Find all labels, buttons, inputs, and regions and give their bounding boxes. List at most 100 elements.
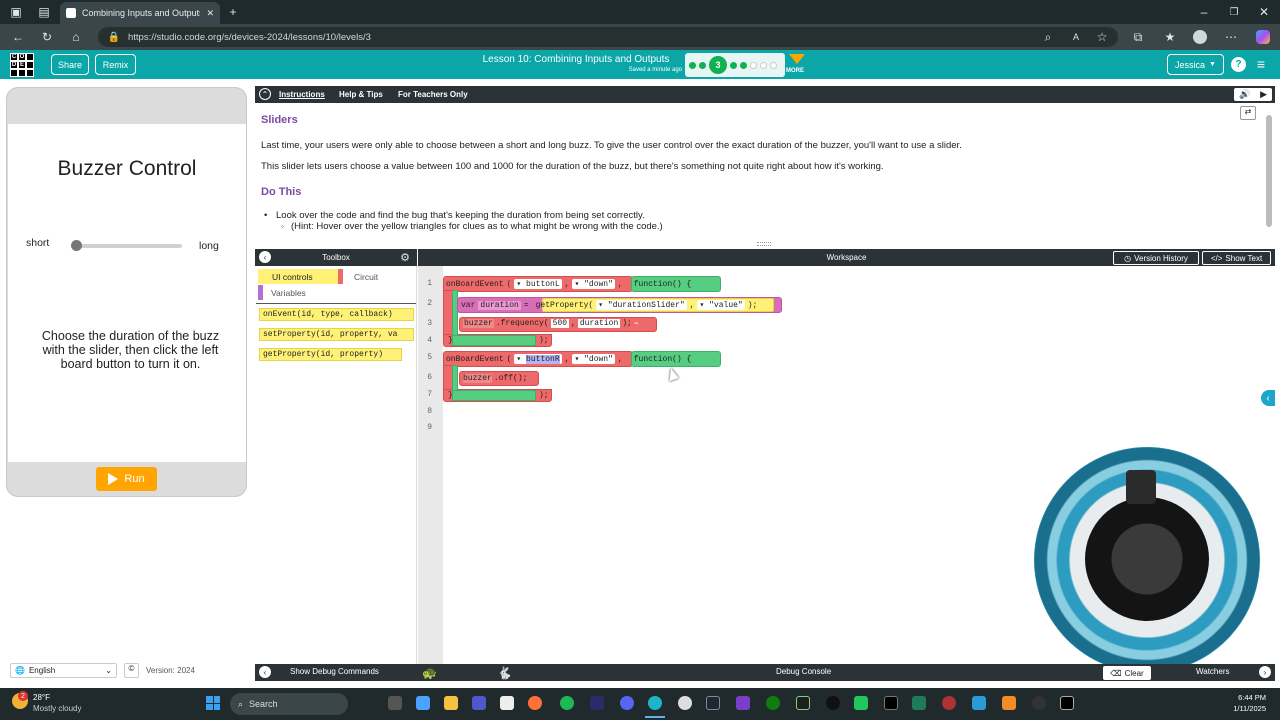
dropdown-value[interactable]: ▾ "value" <box>697 300 745 310</box>
task-view-icon[interactable] <box>388 696 402 710</box>
show-text-button[interactable]: </> Show Text <box>1202 251 1271 265</box>
app3-icon[interactable] <box>854 696 868 710</box>
extensions-icon[interactable]: ⧉ <box>1130 29 1146 45</box>
buzzer-object[interactable]: buzzer <box>463 374 492 383</box>
tab-for-teachers[interactable]: For Teachers Only <box>398 86 468 103</box>
discord-icon[interactable] <box>620 696 634 710</box>
favorite-icon[interactable]: ☆ <box>1094 29 1110 45</box>
duration-slider-track[interactable] <box>74 244 182 248</box>
minus-icon[interactable]: – <box>634 319 639 328</box>
gmail-icon[interactable] <box>500 696 514 710</box>
language-select[interactable]: 🌐 English ⌄ <box>10 663 117 678</box>
home-icon[interactable]: ⌂ <box>68 29 84 45</box>
edge-icon[interactable] <box>648 696 662 710</box>
copilot-taskbar-icon[interactable] <box>416 696 430 710</box>
app8-icon[interactable] <box>1002 696 1016 710</box>
run-button[interactable]: Run <box>96 467 157 491</box>
share-button[interactable]: Share <box>51 54 89 75</box>
palette-block-getproperty[interactable]: getProperty(id, property) <box>259 348 402 361</box>
speaker-icon[interactable]: 🔊 <box>1239 89 1250 100</box>
profile-avatar-icon[interactable] <box>1193 30 1207 44</box>
more-link[interactable]: MORE <box>786 68 804 74</box>
app10-icon[interactable] <box>1060 696 1074 710</box>
new-tab-icon[interactable]: + <box>225 4 241 20</box>
tab-actions-icon[interactable]: ▤ <box>36 4 52 20</box>
close-window-icon[interactable]: ✕ <box>1256 4 1272 20</box>
expand-watchers-icon[interactable]: › <box>1259 666 1271 678</box>
dropdown-down-2[interactable]: ▾ "down" <box>572 354 615 364</box>
teams-icon[interactable] <box>472 696 486 710</box>
arg-duration[interactable]: duration <box>577 319 621 328</box>
windows-start-icon[interactable] <box>206 696 220 710</box>
browser-tab[interactable]: Combining Inputs and Outputs # ✕ <box>60 2 220 24</box>
progress-dot[interactable] <box>760 61 767 69</box>
category-circuit[interactable]: Circuit <box>338 269 416 284</box>
dropdown-buttonl[interactable]: ▾ buttonL <box>514 279 562 289</box>
url-field[interactable]: https://studio.code.org/s/devices-2024/l… <box>98 27 1118 47</box>
clock-time[interactable]: 6:44 PM <box>1226 693 1266 702</box>
lock-icon[interactable]: 🔒 <box>106 29 122 45</box>
variable-duration[interactable]: duration <box>478 300 521 310</box>
collapse-toolbox-icon[interactable]: ‹ <box>259 251 271 263</box>
progress-dot[interactable] <box>770 61 777 69</box>
help-icon[interactable]: ? <box>1231 57 1246 72</box>
back-icon[interactable]: ← <box>10 29 26 45</box>
clear-button[interactable]: ⌫ Clear <box>1103 666 1151 680</box>
collapse-instructions-icon[interactable]: ⌃ <box>259 88 271 100</box>
more-chevron-icon[interactable] <box>789 54 805 64</box>
itunes-icon[interactable] <box>678 696 692 710</box>
dropdown-buttonr[interactable]: ▾ buttonR <box>514 354 562 364</box>
hamburger-menu-icon[interactable]: ≡ <box>1253 55 1269 73</box>
instructions-scrollbar[interactable] <box>1266 115 1272 227</box>
app2-icon[interactable] <box>826 696 840 710</box>
file-explorer-icon[interactable] <box>444 696 458 710</box>
tab-help-tips[interactable]: Help & Tips <box>339 86 383 103</box>
zoom-icon[interactable]: ⌕ <box>1040 29 1056 45</box>
progress-dot[interactable] <box>730 61 737 69</box>
close-tab-icon[interactable]: ✕ <box>206 8 220 19</box>
firefox-icon[interactable] <box>528 696 542 710</box>
xbox-icon[interactable] <box>766 696 780 710</box>
palette-block-setproperty[interactable]: setProperty(id, property, va <box>259 328 414 341</box>
read-aloud-icon[interactable]: A <box>1068 29 1084 45</box>
user-menu-button[interactable]: Jessica ▼ <box>1167 54 1224 75</box>
minimize-icon[interactable]: – <box>1196 4 1212 20</box>
dropdown-duration-slider[interactable]: ▾ "durationSlider" <box>596 300 687 310</box>
steam-icon[interactable] <box>706 696 720 710</box>
collapse-debug-icon[interactable]: ‹ <box>259 666 271 678</box>
play-audio-icon[interactable]: ▶ <box>1260 89 1267 100</box>
favorites-bar-icon[interactable]: ★ <box>1162 29 1178 45</box>
category-ui-controls[interactable]: UI controls <box>258 269 338 284</box>
app7-icon[interactable] <box>972 696 986 710</box>
gear-icon[interactable]: ⚙ <box>398 250 412 264</box>
category-variables[interactable]: Variables <box>258 285 338 300</box>
app5-icon[interactable] <box>912 696 926 710</box>
code-org-logo[interactable]: C O D E <box>10 53 34 77</box>
app-icon[interactable] <box>590 696 604 710</box>
dropdown-down-1[interactable]: ▾ "down" <box>572 279 615 289</box>
resize-handle-icon[interactable] <box>757 242 771 246</box>
app9-icon[interactable] <box>1032 696 1046 710</box>
current-level-bubble[interactable]: 3 <box>709 56 727 74</box>
buzzer-object[interactable]: buzzer <box>463 319 494 328</box>
progress-dot[interactable] <box>750 61 757 69</box>
text-to-speech-control[interactable]: 🔊 ▶ <box>1234 88 1272 101</box>
remix-button[interactable]: Remix <box>95 54 136 75</box>
duration-slider-thumb[interactable] <box>71 240 82 251</box>
tab-instructions[interactable]: Instructions <box>279 86 325 103</box>
copyright-icon[interactable]: © <box>124 663 139 678</box>
spotify-icon[interactable] <box>560 696 574 710</box>
taskbar-search[interactable]: ⌕ Search <box>230 693 348 715</box>
translate-icon[interactable]: ⇄ <box>1240 106 1256 120</box>
workspaces-icon[interactable]: ▣ <box>8 4 24 20</box>
debug-slider[interactable]: 🐢 🐇 <box>422 665 512 680</box>
arg-500[interactable]: 500 <box>550 319 570 328</box>
clock-date[interactable]: 1/11/2025 <box>1220 704 1266 713</box>
progress-dot[interactable] <box>699 61 706 69</box>
obs-icon[interactable] <box>736 696 750 710</box>
copilot-icon[interactable] <box>1256 30 1270 44</box>
app4-icon[interactable] <box>884 696 898 710</box>
progress-dot[interactable] <box>689 61 696 69</box>
refresh-icon[interactable]: ↻ <box>39 29 55 45</box>
expand-board-icon[interactable]: ‹ <box>1261 390 1275 406</box>
